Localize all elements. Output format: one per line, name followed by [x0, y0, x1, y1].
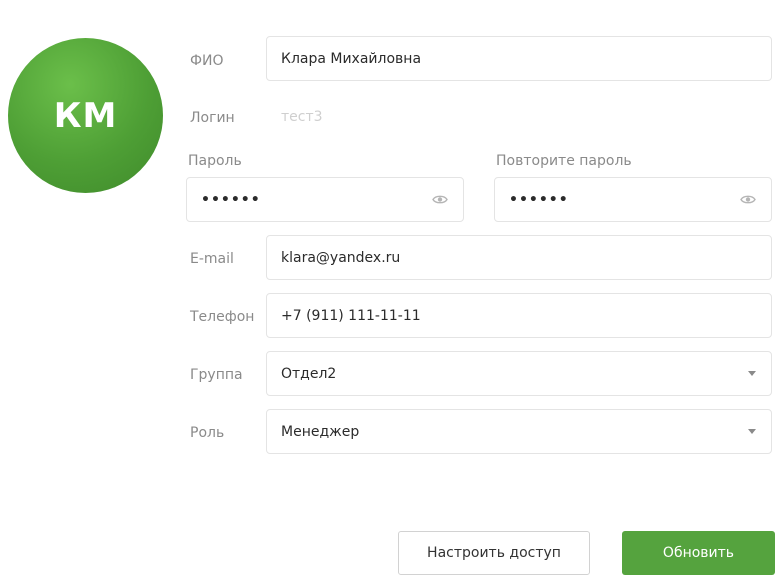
email-value: klara@yandex.ru: [281, 249, 401, 266]
password-value: ••••••: [201, 192, 261, 207]
group-label: Группа: [190, 367, 243, 383]
avatar: КМ: [8, 38, 163, 193]
group-value: Отдел2: [281, 365, 337, 382]
password-repeat-field[interactable]: ••••••: [494, 177, 772, 222]
fio-label: ФИО: [190, 53, 224, 69]
eye-icon[interactable]: [739, 194, 757, 206]
email-field[interactable]: klara@yandex.ru: [266, 235, 772, 280]
password-field[interactable]: ••••••: [186, 177, 464, 222]
group-select[interactable]: Отдел2: [266, 351, 772, 396]
phone-label: Телефон: [190, 309, 255, 325]
update-button[interactable]: Обновить: [622, 531, 775, 575]
password-repeat-label: Повторите пароль: [496, 153, 632, 169]
eye-icon[interactable]: [431, 194, 449, 206]
chevron-down-icon[interactable]: [747, 427, 757, 437]
password-repeat-value: ••••••: [509, 192, 569, 207]
role-select[interactable]: Менеджер: [266, 409, 772, 454]
email-label: E-mail: [190, 251, 234, 267]
phone-field[interactable]: +7 (911) 111-11-11: [266, 293, 772, 338]
configure-access-button[interactable]: Настроить доступ: [398, 531, 590, 575]
login-value: тест3: [281, 108, 323, 125]
password-label: Пароль: [188, 153, 242, 169]
fio-value: Клара Михайловна: [281, 50, 422, 67]
avatar-initials: КМ: [53, 95, 118, 136]
role-label: Роль: [190, 425, 225, 441]
role-value: Менеджер: [281, 423, 360, 440]
chevron-down-icon[interactable]: [747, 369, 757, 379]
login-field: тест3: [266, 94, 772, 139]
phone-value: +7 (911) 111-11-11: [281, 307, 421, 324]
fio-field[interactable]: Клара Михайловна: [266, 36, 772, 81]
login-label: Логин: [190, 110, 235, 126]
